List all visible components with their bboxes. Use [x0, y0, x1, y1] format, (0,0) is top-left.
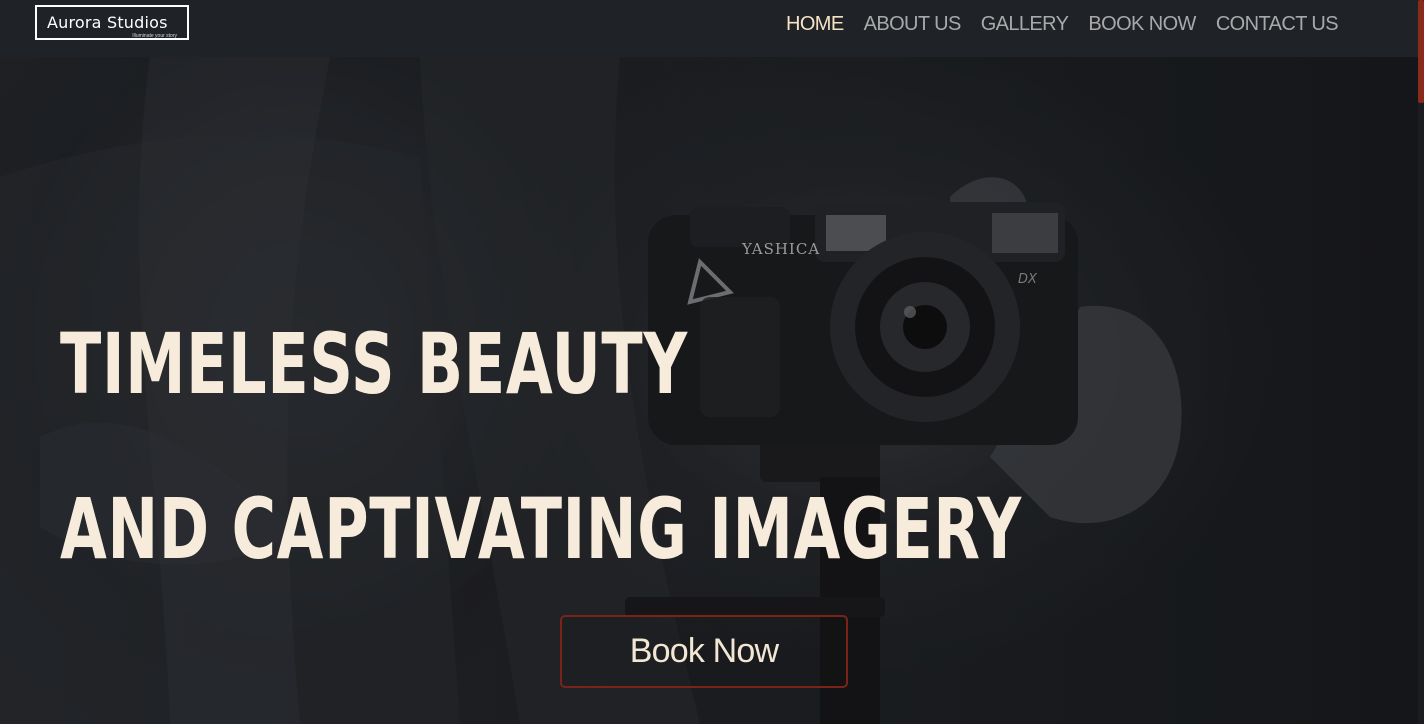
book-now-button[interactable]: Book Now [560, 615, 848, 688]
top-navigation-bar: Aurora Studios Illuminate your story HOM… [0, 0, 1418, 57]
logo[interactable]: Aurora Studios Illuminate your story [35, 5, 189, 40]
main-nav: HOME ABOUT US GALLERY BOOK NOW CONTACT U… [786, 0, 1339, 57]
nav-home[interactable]: HOME [786, 13, 844, 45]
page-scrollbar[interactable] [1418, 0, 1424, 724]
hero-headline-line-1: TIMELESS BEAUTY [60, 315, 688, 413]
nav-book-now[interactable]: BOOK NOW [1088, 13, 1196, 45]
logo-title: Aurora Studios [47, 13, 168, 32]
scrollbar-thumb[interactable] [1418, 0, 1424, 103]
nav-about-us[interactable]: ABOUT US [864, 13, 962, 45]
nav-gallery[interactable]: GALLERY [981, 13, 1069, 45]
hero-section: YASHICA DX TIMELESS BEAUTY AND CAPTIVATI… [0, 57, 1418, 724]
nav-contact-us[interactable]: CONTACT US [1216, 13, 1339, 45]
page: Aurora Studios Illuminate your story HOM… [0, 0, 1424, 724]
logo-tagline: Illuminate your story [132, 33, 177, 39]
hero-headline-line-2: AND CAPTIVATING IMAGERY [60, 480, 1022, 578]
